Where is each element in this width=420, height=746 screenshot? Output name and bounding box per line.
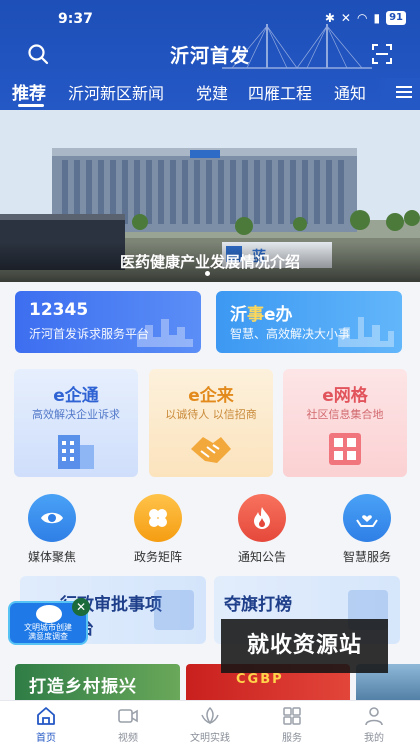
- nav-home-label: 首页: [36, 733, 56, 744]
- survey-icon: [36, 605, 62, 623]
- battery-icon: 91: [386, 11, 406, 25]
- scan-icon[interactable]: [370, 42, 394, 66]
- document-icon: [154, 590, 194, 630]
- nav-mine[interactable]: 我的: [344, 705, 404, 744]
- nav-video-label: 视频: [118, 733, 138, 744]
- eye-icon: [41, 512, 63, 524]
- nav-home[interactable]: 首页: [16, 705, 76, 744]
- banner-pager: [205, 271, 210, 276]
- media-focus-label: 媒体聚焦: [27, 550, 76, 564]
- nav-video[interactable]: 视频: [98, 705, 158, 744]
- yishi-eban-card[interactable]: 沂事e办 智慧、高效解决大小事: [216, 291, 402, 353]
- tab-party[interactable]: 党建: [196, 80, 228, 104]
- pager-dot-active: [205, 271, 210, 276]
- nav-civilization-label: 文明实践: [190, 733, 230, 744]
- mute-icon: ✕: [340, 11, 351, 25]
- e-qitong-subtitle: 高效解决企业诉求: [32, 408, 120, 421]
- gov-matrix-link[interactable]: 政务矩阵: [113, 494, 203, 564]
- bottom-navigation: 首页 视频 文明实践 服务 我的: [0, 700, 420, 746]
- user-icon: [365, 707, 383, 726]
- smart-service-label: 智慧服务: [342, 550, 391, 564]
- grid-icon: [329, 433, 361, 465]
- close-icon[interactable]: ✕: [72, 598, 90, 616]
- hotline-12345-card[interactable]: 12345 沂河首发诉求服务平台: [15, 291, 201, 353]
- tab-notice[interactable]: 通知: [334, 80, 366, 104]
- hands-heart-icon: [356, 515, 378, 527]
- e-qilai-card[interactable]: e企来 以诚待人 以信招商: [149, 369, 273, 477]
- active-tab-indicator: [18, 104, 44, 107]
- e-wangge-card[interactable]: e网格 社区信息集合地: [283, 369, 407, 477]
- e-qitong-title: e企通: [53, 386, 99, 406]
- nav-services[interactable]: 服务: [262, 705, 322, 744]
- e-qitong-card[interactable]: e企通 高效解决企业诉求: [14, 369, 138, 477]
- header: 9:37 ✱ ✕ ◠ ▮ 91 沂河首发 推荐 沂河新区新闻 党建 四雁工程 通…: [0, 0, 420, 110]
- menu-icon[interactable]: [374, 78, 420, 106]
- clover-icon: [149, 509, 167, 527]
- nav-civilization[interactable]: 文明实践: [180, 705, 240, 744]
- tab-recommend[interactable]: 推荐: [12, 79, 46, 104]
- nav-mine-label: 我的: [364, 733, 384, 744]
- status-icons: ✱ ✕ ◠ ▮ 91: [325, 11, 406, 25]
- rural-revitalization-text: 打造乡村振兴: [29, 677, 137, 697]
- home-icon: [37, 707, 55, 725]
- building-icon: [58, 435, 94, 469]
- status-bar: 9:37 ✱ ✕ ◠ ▮ 91: [0, 0, 420, 34]
- e-wangge-title: e网格: [322, 386, 368, 406]
- announcement-link[interactable]: 通知公告: [217, 494, 307, 564]
- rural-revitalization-promo[interactable]: 打造乡村振兴: [15, 664, 180, 704]
- civilization-icon: [201, 706, 219, 725]
- hotline-title: 12345: [29, 300, 89, 320]
- gov-matrix-label: 政务矩阵: [133, 550, 182, 564]
- e-qilai-subtitle: 以诚待人 以信招商: [165, 408, 257, 421]
- yishi-eban-title: 沂事e办: [230, 305, 293, 325]
- sim-icon: ▮: [373, 11, 381, 25]
- flag-ranking-title: 夺旗打榜: [224, 595, 292, 615]
- top-bar: 沂河首发: [0, 38, 420, 72]
- flame-icon: [254, 507, 270, 529]
- app-title: 沂河首发: [169, 45, 250, 67]
- media-focus-link[interactable]: 媒体聚焦: [7, 494, 97, 564]
- bluetooth-icon: ✱: [324, 11, 335, 25]
- tab-four-geese[interactable]: 四雁工程: [248, 80, 312, 104]
- announcement-label: 通知公告: [237, 550, 286, 564]
- survey-text: 文明城市创建 满意度调查: [24, 623, 72, 641]
- category-tabs: 推荐 沂河新区新闻 党建 四雁工程 通知: [0, 78, 420, 107]
- banner-caption: 医药健康产业发展情况介绍: [119, 253, 300, 271]
- yishi-eban-subtitle: 智慧、高效解决大小事: [230, 327, 351, 341]
- e-qilai-title: e企来: [188, 386, 234, 406]
- hotline-subtitle: 沂河首发诉求服务平台: [29, 327, 150, 341]
- nav-services-label: 服务: [282, 733, 302, 744]
- hero-banner[interactable]: 蓝 医药健康产业发展情况介绍: [0, 110, 420, 282]
- watermark-overlay: 就收资源站: [221, 619, 388, 673]
- video-icon: [118, 709, 138, 723]
- tab-yihe-news[interactable]: 沂河新区新闻: [68, 80, 164, 104]
- e-wangge-subtitle: 社区信息集合地: [306, 408, 384, 421]
- grid-services-icon: [283, 707, 301, 725]
- cgbp-text: CGBP: [236, 672, 284, 687]
- status-time: 9:37: [58, 11, 93, 27]
- app-screen: 9:37 ✱ ✕ ◠ ▮ 91 沂河首发 推荐 沂河新区新闻 党建 四雁工程 通…: [0, 0, 420, 746]
- handshake-icon: [191, 437, 231, 463]
- smart-service-link[interactable]: 智慧服务: [322, 494, 412, 564]
- wifi-icon: ◠: [356, 11, 368, 25]
